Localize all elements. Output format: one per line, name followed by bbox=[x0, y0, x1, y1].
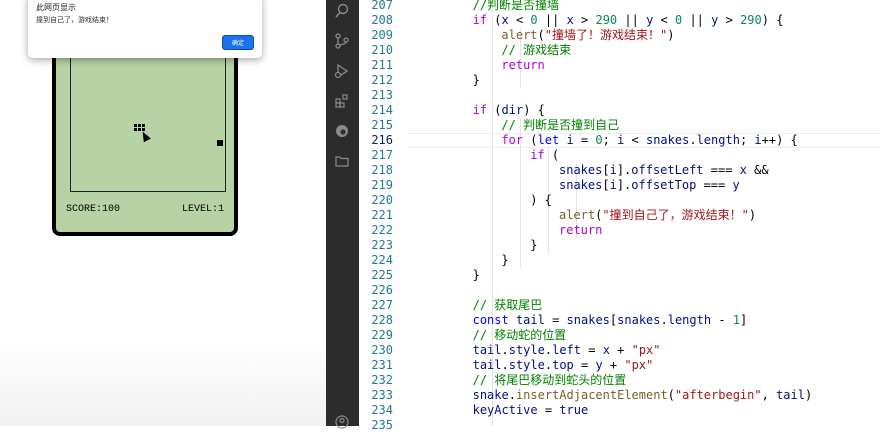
line-number: 208 bbox=[371, 13, 393, 27]
search-icon[interactable] bbox=[333, 2, 351, 20]
line-number: 223 bbox=[371, 238, 393, 252]
line-number: 211 bbox=[371, 58, 393, 72]
line-number: 219 bbox=[371, 178, 393, 192]
code-line: return bbox=[559, 223, 603, 237]
source-control-icon[interactable] bbox=[333, 32, 351, 50]
code-line: // 获取尾巴 bbox=[472, 298, 543, 312]
line-number: 209 bbox=[371, 28, 393, 42]
level-label: LEVEL:1 bbox=[181, 204, 224, 215]
line-number: 213 bbox=[371, 88, 393, 102]
code-line: alert("撞到自己了，游戏结束！") bbox=[559, 208, 757, 222]
snake-segment bbox=[138, 124, 141, 127]
code-line: if (x < 0 || x > 290 || y < 0 || y > 290… bbox=[472, 13, 784, 27]
line-number: 231 bbox=[371, 358, 393, 372]
line-number: 233 bbox=[371, 388, 393, 402]
line-number: 234 bbox=[371, 403, 393, 417]
code-line: // 移动蛇的位置 bbox=[472, 328, 567, 342]
food-cell bbox=[220, 143, 223, 146]
code-line: } bbox=[472, 268, 480, 282]
line-number: 235 bbox=[371, 418, 393, 432]
line-number: 229 bbox=[371, 328, 393, 342]
score-label: SCORE:100 bbox=[66, 204, 121, 215]
line-number: 224 bbox=[371, 253, 393, 267]
activity-bar bbox=[326, 0, 359, 429]
line-number: 217 bbox=[371, 148, 393, 162]
line-number: 218 bbox=[371, 163, 393, 177]
code-line: if (dir) { bbox=[472, 103, 545, 117]
snake-segment bbox=[142, 124, 145, 127]
line-number: 227 bbox=[371, 298, 393, 312]
run-debug-icon[interactable] bbox=[333, 62, 351, 80]
line-number-gutter: 207 208 209 210 211 212 213 214 215 216 217 218 219 2… bbox=[359, 0, 399, 432]
alert-ok-button[interactable]: 确定 bbox=[222, 35, 254, 50]
browser-viewport: SCORE:100 LEVEL:1 此网页显示 撞到自己了，游戏结束！ 确定 bbox=[0, 0, 326, 426]
line-number: 207 bbox=[371, 0, 393, 12]
code-line: } bbox=[472, 73, 480, 87]
snake-segment bbox=[134, 128, 137, 131]
code-line: snakes[i].offsetTop === y bbox=[559, 178, 740, 192]
line-number: 228 bbox=[371, 313, 393, 327]
code-line: ) { bbox=[530, 193, 552, 207]
code-line: tail.style.top = y + "px" bbox=[472, 358, 654, 372]
code-line: if ( bbox=[530, 148, 560, 162]
code-line: // 判断是否撞到自己 bbox=[501, 118, 620, 132]
code-line: keyActive = true bbox=[472, 403, 589, 417]
code-line: } bbox=[530, 238, 538, 252]
code-line: alert("撞墙了！游戏结束！") bbox=[501, 28, 675, 42]
line-number: 210 bbox=[371, 43, 393, 57]
line-number: 221 bbox=[371, 208, 393, 222]
line-number: 220 bbox=[371, 193, 393, 207]
line-number: 222 bbox=[371, 223, 393, 237]
code-line: for (let i = 0; i < snakes.length; i++) … bbox=[501, 133, 798, 147]
code-line: return bbox=[501, 58, 545, 72]
code-line: const tail = snakes[snakes.length - 1] bbox=[472, 313, 748, 327]
account-icon[interactable] bbox=[333, 413, 351, 431]
line-number: 226 bbox=[371, 283, 393, 297]
code-line: tail.style.left = x + "px" bbox=[472, 343, 661, 357]
code-line: snake.insertAdjacentElement("afterbegin"… bbox=[472, 388, 813, 402]
code-editor[interactable]: 207 208 209 210 211 212 213 214 215 216 217 218 219 2… bbox=[359, 0, 880, 432]
game-stage bbox=[70, 52, 226, 192]
alert-title: 此网页显示 bbox=[36, 3, 76, 12]
code-line: // 将尾巴移动到蛇头的位置 bbox=[472, 373, 627, 387]
code-line: // 游戏结束 bbox=[501, 43, 572, 57]
line-number: 216 bbox=[371, 133, 393, 147]
snake-segment bbox=[134, 124, 137, 127]
line-number: 225 bbox=[371, 268, 393, 282]
alert-message: 撞到自己了，游戏结束！ bbox=[36, 17, 113, 24]
code-line: } bbox=[501, 253, 509, 267]
edge-icon[interactable] bbox=[333, 122, 351, 140]
line-number: 232 bbox=[371, 373, 393, 387]
snake-segment bbox=[138, 128, 141, 131]
alert-dialog: 此网页显示 撞到自己了，游戏结束！ 确定 bbox=[28, 0, 262, 58]
code-line: //判断是否撞墙 bbox=[472, 0, 560, 12]
line-number: 212 bbox=[371, 73, 393, 87]
line-number: 230 bbox=[371, 343, 393, 357]
folder-icon[interactable] bbox=[333, 152, 351, 170]
line-number: 215 bbox=[371, 118, 393, 132]
code-line: snakes[i].offsetLeft === x && bbox=[559, 163, 769, 177]
line-number: 214 bbox=[371, 103, 393, 117]
extensions-icon[interactable] bbox=[333, 92, 351, 110]
